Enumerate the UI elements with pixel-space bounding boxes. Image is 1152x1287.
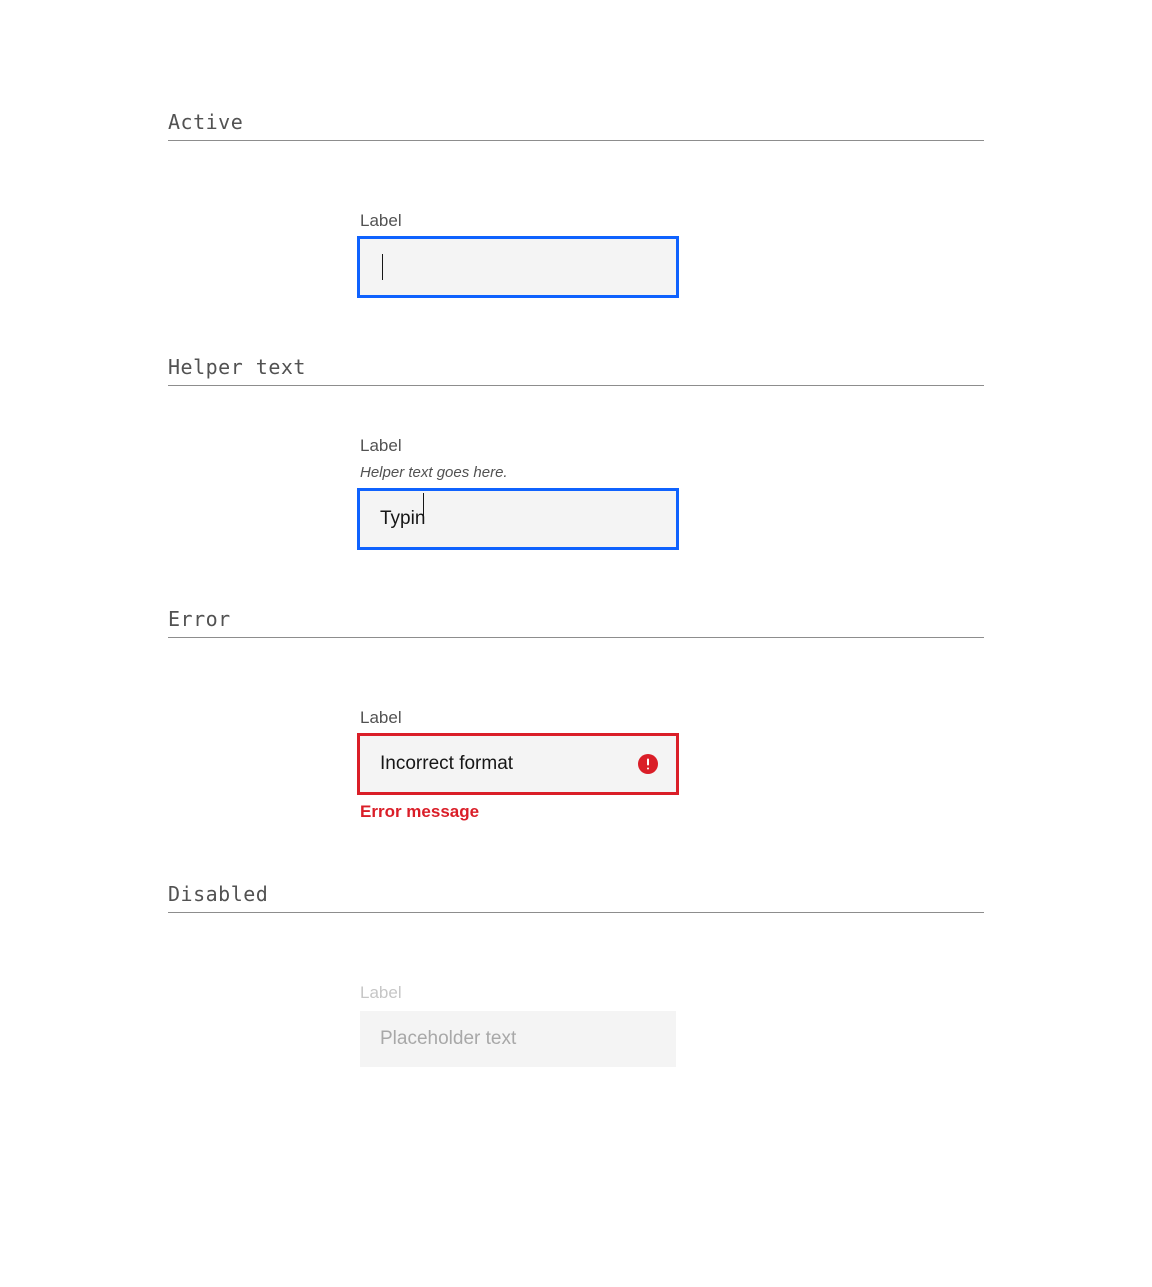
field-label: Label [360,708,676,728]
section-error: Error Label Error message [168,607,984,822]
section-disabled: Disabled Label [168,882,984,1067]
text-input-disabled-field [360,1011,676,1066]
field-label: Label [360,436,676,456]
text-input-error-field[interactable] [360,736,676,792]
text-input-helper[interactable]: Typin [360,491,676,547]
text-input-disabled [360,1011,676,1067]
error-filled-icon [638,754,658,774]
field-helper: Label Helper text goes here. Typin [360,436,676,547]
field-helper-text: Helper text goes here. [360,464,676,481]
text-input-error[interactable] [360,736,676,792]
text-input-active-field[interactable] [360,239,676,295]
field-disabled: Label [360,983,676,1067]
section-title-helper: Helper text [168,355,984,386]
field-error-message: Error message [360,802,676,822]
field-label: Label [360,983,676,1003]
text-caret-icon [382,254,383,280]
section-title-error: Error [168,607,984,638]
text-input-value: Typin [360,491,424,547]
text-caret-icon [423,493,424,519]
field-label: Label [360,211,676,231]
field-error: Label Error message [360,708,676,822]
section-title-disabled: Disabled [168,882,984,913]
field-active: Label [360,211,676,295]
section-helper: Helper text Label Helper text goes here.… [168,355,984,547]
section-title-active: Active [168,110,984,141]
section-active: Active Label [168,110,984,295]
text-input-active[interactable] [360,239,676,295]
